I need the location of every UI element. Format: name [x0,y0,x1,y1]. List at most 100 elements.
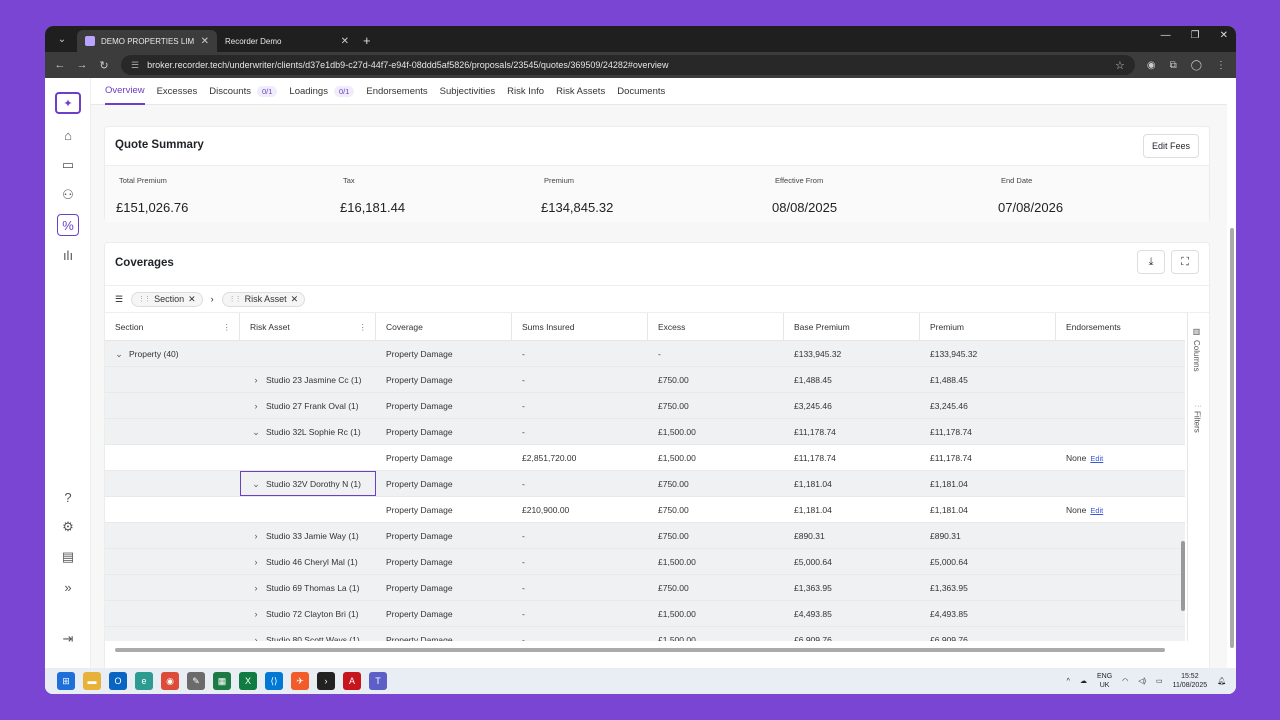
cell-section[interactable] [115,419,240,445]
cell-premium[interactable]: £5,000.64 [930,549,1056,575]
drag-handle-icon[interactable]: ⋮⋮ [229,295,242,303]
outlook-icon[interactable]: O [109,672,127,690]
cell-excess[interactable]: £750.00 [658,497,784,523]
cell-excess[interactable]: £750.00 [658,523,784,549]
new-tab-icon[interactable]: + [357,33,381,52]
cell-premium[interactable]: £1,181.04 [930,471,1056,497]
cell-section[interactable] [115,471,240,497]
column-header-sums-insured[interactable]: Sums Insured [512,313,648,341]
cell-premium[interactable]: £11,178.74 [930,445,1056,471]
cell-base[interactable]: £5,000.64 [794,549,920,575]
cell-coverage[interactable]: Property Damage [386,601,512,627]
users-icon[interactable]: ⚇ [57,184,79,206]
cell-coverage[interactable]: Property Damage [386,341,512,367]
battery-icon[interactable]: ▭ [1156,677,1163,685]
cell-excess[interactable]: £1,500.00 [658,627,784,641]
cell-base[interactable]: £1,181.04 [794,497,920,523]
cell-coverage[interactable]: Property Damage [386,445,512,471]
scroll-thumb[interactable] [115,648,1165,652]
download-button[interactable]: ⤓ [1137,250,1165,274]
url-field[interactable]: ☰ broker.recorder.tech/underwriter/clien… [121,55,1135,75]
drag-handle-icon[interactable]: ⋮⋮ [138,295,151,303]
tab-subjectivities[interactable]: Subjectivities [440,78,495,105]
cell-sums[interactable]: - [522,549,648,575]
cell-asset[interactable] [240,445,376,471]
cell-coverage[interactable]: Property Damage [386,367,512,393]
cell-section[interactable] [115,523,240,549]
cell-sums[interactable]: - [522,341,648,367]
grid-group-row[interactable]: › Studio 23 Jasmine Cc (1) Property Damage… [105,367,1185,393]
cell-coverage[interactable]: Property Damage [386,575,512,601]
cell-sums[interactable]: - [522,393,648,419]
cell-base[interactable]: £3,245.46 [794,393,920,419]
cell-section[interactable] [115,367,240,393]
tab-risk-info[interactable]: Risk Info [507,78,544,105]
teams-icon[interactable]: T [369,672,387,690]
cell-endorse[interactable] [1066,627,1185,641]
close-tab-icon[interactable]: ✕ [201,36,209,47]
reports-icon[interactable]: ılı [57,244,79,266]
cell-premium[interactable]: £1,181.04 [930,497,1056,523]
inbox-icon[interactable]: ▭ [57,154,79,176]
tab-overview[interactable]: Overview [105,78,145,105]
fullscreen-button[interactable]: ⛶ [1171,250,1199,274]
cell-coverage[interactable]: Property Damage [386,549,512,575]
grid-group-row[interactable]: ⌄ Property (40) Property Damage - - £133,945.… [105,341,1185,367]
tab-discounts[interactable]: Discounts 0/1 [209,78,278,105]
onedrive-icon[interactable]: ☁ [1080,677,1087,685]
cell-excess[interactable]: £750.00 [658,575,784,601]
cell-premium[interactable]: £4,493.85 [930,601,1056,627]
cell-endorse[interactable] [1066,471,1185,497]
cell-coverage[interactable]: Property Damage [386,627,512,641]
cell-excess[interactable]: £750.00 [658,367,784,393]
cell-base[interactable]: £11,178.74 [794,445,920,471]
tab-loadings[interactable]: Loadings 0/1 [289,78,355,105]
cell-section[interactable] [115,497,240,523]
cell-sums[interactable]: - [522,419,648,445]
grid-group-row[interactable]: › Studio 33 Jamie Way (1) Property Damage -… [105,523,1185,549]
chevron-right-icon[interactable]: › [252,531,260,541]
notifications-bell-icon[interactable]: 🔔︎ [1217,677,1226,685]
volume-icon[interactable]: ◁) [1138,677,1146,685]
document-search-icon[interactable]: ▤ [57,546,79,568]
tab-risk-assets[interactable]: Risk Assets [556,78,605,105]
grid-group-row[interactable]: › Studio 69 Thomas La (1) Property Damage -… [105,575,1185,601]
cell-section[interactable]: ⌄ Property (40) [115,341,240,367]
cell-base[interactable]: £890.31 [794,523,920,549]
cell-asset[interactable] [240,497,376,523]
close-tab-icon[interactable]: ✕ [341,36,349,47]
cell-endorse[interactable] [1066,523,1185,549]
cell-coverage[interactable]: Property Damage [386,523,512,549]
cell-asset[interactable] [240,341,376,367]
chevron-down-icon[interactable]: ⌄ [115,349,123,360]
grid-group-row[interactable]: › Studio 72 Clayton Bri (1) Property Damag… [105,601,1185,627]
bookmark-star-icon[interactable]: ☆ [1115,59,1125,72]
acrobat-icon[interactable]: A [343,672,361,690]
extensions-puzzle-icon[interactable]: ⧉ [1170,60,1177,71]
cell-premium[interactable]: £3,245.46 [930,393,1056,419]
cell-sums[interactable]: £210,900.00 [522,497,648,523]
scroll-thumb[interactable] [1230,228,1234,648]
cell-premium[interactable]: £133,945.32 [930,341,1056,367]
grid-group-row[interactable]: ⌄ Studio 32L Sophie Rc (1) Property Damage… [105,419,1185,445]
column-header-risk-asset[interactable]: Risk Asset ⋮ [240,313,376,341]
restore-icon[interactable]: ❐ [1191,30,1200,41]
file-explorer-icon[interactable]: ▬ [83,672,101,690]
cell-endorse[interactable] [1066,419,1185,445]
sheets-icon[interactable]: ▦ [213,672,231,690]
edge-icon[interactable]: e [135,672,153,690]
browser-tab-demo-properties[interactable]: DEMO PROPERTIES LIMITED - I ✕ [77,30,217,52]
cell-asset[interactable]: ⌄ Studio 32L Sophie Rc (1) [240,419,376,445]
chevron-right-icon[interactable]: › [252,375,260,385]
column-menu-icon[interactable]: ⋮ [223,322,232,333]
column-header-coverage[interactable]: Coverage [376,313,512,341]
cell-coverage[interactable]: Property Damage [386,419,512,445]
group-chip-section[interactable]: ⋮⋮ Section ✕ [131,291,203,307]
cell-sums[interactable]: - [522,367,648,393]
grid-vertical-scrollbar[interactable] [1179,341,1187,641]
cell-section[interactable] [115,393,240,419]
cell-base[interactable]: £1,488.45 [794,367,920,393]
chevron-right-icon[interactable]: › [252,609,260,619]
cell-sums[interactable]: - [522,575,648,601]
cell-premium[interactable]: £890.31 [930,523,1056,549]
